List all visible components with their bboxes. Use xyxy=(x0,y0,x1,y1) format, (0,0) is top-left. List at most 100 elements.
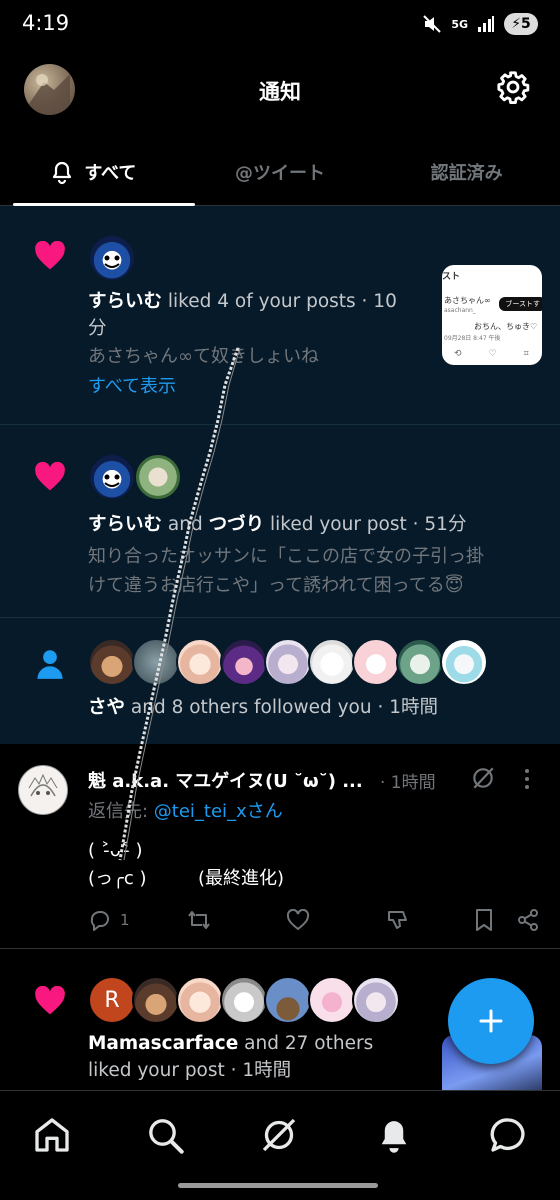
battery-level: 5 xyxy=(521,16,531,32)
tab-verified-label: 認証済み xyxy=(430,162,503,184)
notification-text: Mamascarface and 27 others liked your po… xyxy=(88,1030,438,1084)
compose-button[interactable] xyxy=(448,978,534,1064)
repost-button[interactable] xyxy=(186,905,212,935)
avatar[interactable] xyxy=(132,638,180,686)
avatar[interactable] xyxy=(220,976,268,1024)
user-name[interactable]: さや xyxy=(88,697,125,718)
signal-icon xyxy=(478,16,494,32)
and-text: and xyxy=(162,514,209,535)
avatar[interactable] xyxy=(352,638,400,686)
show-all-link[interactable]: すべて表示 xyxy=(88,372,176,401)
notification-tabs: すべて @ツイート 認証済み xyxy=(0,138,560,206)
reply-button[interactable]: 1 xyxy=(88,905,130,935)
tweet[interactable]: 魁 a.k.a. マユゲイヌ(U ˘ω˘) ... · 1時間 返信先: @te… xyxy=(0,745,560,949)
avatar[interactable] xyxy=(264,638,312,686)
action-text-wrap: 分 xyxy=(88,318,107,339)
avatar[interactable] xyxy=(440,638,488,686)
grok-icon[interactable] xyxy=(259,1115,299,1155)
action-text-line2: liked your post · 1時間 xyxy=(88,1060,292,1081)
messages-icon[interactable] xyxy=(488,1115,528,1155)
search-icon[interactable] xyxy=(145,1115,185,1155)
person-icon xyxy=(37,650,63,679)
action-text: and 8 others followed you · 1時間 xyxy=(125,697,439,718)
tab-mentions[interactable]: @ツイート xyxy=(187,138,374,205)
avatar[interactable] xyxy=(134,453,182,501)
heart-icon xyxy=(35,241,65,270)
tweet-actions: 1 xyxy=(88,905,548,935)
avatar[interactable] xyxy=(132,976,180,1024)
like-notification[interactable]: すらいむ and つづり liked your post · 51分 知り合った… xyxy=(0,425,560,617)
avatar[interactable] xyxy=(220,638,268,686)
mute-icon xyxy=(423,15,442,33)
thumb-actions: ⟲♡⌗ xyxy=(454,349,529,359)
avatar[interactable] xyxy=(308,976,356,1024)
heart-icon xyxy=(35,462,65,491)
avatar[interactable] xyxy=(18,765,68,815)
notification-text: すらいむ and つづり liked your post · 51分 xyxy=(88,511,508,538)
bookmark-button[interactable] xyxy=(474,905,494,935)
notifications-list: すらいむ liked 4 of your posts · 10 分 あさちゃん∞… xyxy=(0,206,560,744)
page-title: 通知 xyxy=(259,80,301,104)
like-button[interactable] xyxy=(286,905,310,935)
action-text: liked your post · 51分 xyxy=(264,514,467,535)
post-preview-line2: けて違うお店行こや」って誘われて困ってる😇 xyxy=(88,575,464,596)
grok-icon[interactable] xyxy=(470,765,496,791)
home-icon[interactable] xyxy=(32,1115,72,1155)
avatar[interactable] xyxy=(176,976,224,1024)
bell-filled-icon[interactable] xyxy=(374,1115,414,1155)
notification-text: すらいむ liked 4 of your posts · 10 分 xyxy=(88,288,418,342)
user-name[interactable]: つづり xyxy=(209,514,265,535)
tweet-time: · 1時間 xyxy=(380,773,436,793)
thumb-date: 09月28日 8:47 午後 xyxy=(444,335,501,342)
network-label: 5G xyxy=(451,17,468,31)
like-notification[interactable]: すらいむ liked 4 of your posts · 10 分 あさちゃん∞… xyxy=(0,206,560,424)
user-name[interactable]: Mamascarface xyxy=(88,1033,238,1054)
avatar[interactable] xyxy=(88,453,136,501)
avatar-letter: R xyxy=(104,987,120,1013)
more-icon[interactable] xyxy=(522,767,532,791)
avatar[interactable] xyxy=(352,976,400,1024)
notification-text: さや and 8 others followed you · 1時間 xyxy=(88,694,548,721)
thumbs-down-icon xyxy=(388,911,407,929)
post-preview-line1: 知り合ったオッサンに「ここの店で女の子引っ掛 xyxy=(88,546,484,567)
tweet-author-name[interactable]: 魁 a.k.a. マユゲイヌ(U ˘ω˘) ... xyxy=(88,767,363,793)
user-name[interactable]: すらいむ xyxy=(88,291,162,312)
avatar[interactable]: R xyxy=(88,976,136,1024)
heart-outline-icon xyxy=(286,909,310,931)
bottom-nav xyxy=(0,1090,560,1200)
tab-all-label: すべて xyxy=(84,162,137,184)
follow-notification[interactable]: さや and 8 others followed you · 1時間 xyxy=(0,618,560,744)
home-indicator xyxy=(178,1183,378,1188)
thumb-boost: ブーストす xyxy=(499,297,542,311)
avatar[interactable] xyxy=(88,638,136,686)
thumb-header: スト xyxy=(442,272,461,282)
repost-icon xyxy=(188,911,210,929)
action-text: and 27 others xyxy=(238,1033,374,1054)
avatar[interactable] xyxy=(176,638,224,686)
bookmark-icon xyxy=(476,909,492,931)
thumb-name: あさちゃん∞ xyxy=(444,296,491,305)
avatar[interactable] xyxy=(396,638,444,686)
reply-context: 返信先: @tei_tei_xさん xyxy=(88,797,283,823)
share-button[interactable] xyxy=(516,905,540,935)
tweet-body: ( ˃̵ᴗ˂̵ ) (っ╭c ) (最終進化) xyxy=(88,840,285,889)
dislike-button[interactable] xyxy=(386,905,410,935)
reply-to-link[interactable]: @tei_tei_xさん xyxy=(154,801,283,822)
tab-mentions-label: @ツイート xyxy=(235,162,325,184)
thumb-handle: asachann_ xyxy=(444,307,476,314)
avatar[interactable] xyxy=(88,234,136,282)
heart-icon xyxy=(35,986,65,1015)
reply-icon xyxy=(90,911,109,931)
tab-verified[interactable]: 認証済み xyxy=(373,138,560,205)
plus-icon xyxy=(479,1009,503,1033)
avatar[interactable] xyxy=(308,638,356,686)
status-icons: 5G ⚡ 5 xyxy=(422,13,538,35)
tab-all[interactable]: すべて xyxy=(0,138,195,206)
gear-icon[interactable] xyxy=(496,70,530,104)
post-thumbnail[interactable]: スト あさちゃん∞ asachann_ ブーストす おちん、ちゅき♡ 09月28… xyxy=(442,265,542,365)
status-bar: 4:19 5G ⚡ 5 xyxy=(0,0,560,48)
battery-indicator: ⚡ 5 xyxy=(504,13,538,35)
avatar[interactable] xyxy=(264,976,312,1024)
post-preview: あさちゃん∞て奴きしょいね xyxy=(88,346,319,367)
user-name[interactable]: すらいむ xyxy=(88,514,162,535)
